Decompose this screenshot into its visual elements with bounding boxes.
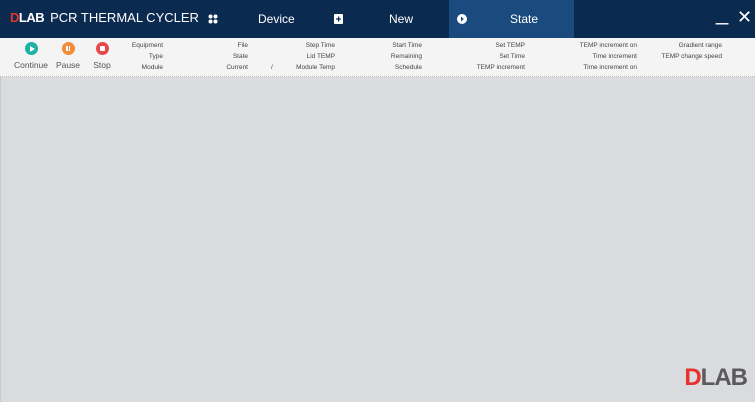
app-title: PCR THERMAL CYCLER xyxy=(50,10,199,25)
file-label: File xyxy=(237,42,248,49)
tab-new[interactable]: New xyxy=(324,0,448,38)
tab-state-label: State xyxy=(510,12,539,26)
state-label: State xyxy=(232,53,248,60)
dlab-watermark-logo: DLAB xyxy=(684,364,748,391)
type-label: Type xyxy=(148,53,163,60)
current-label: Current xyxy=(226,64,248,71)
module-label: Module xyxy=(141,64,163,71)
dlab-logo: DLAB xyxy=(10,10,45,25)
tab-device-label: Device xyxy=(258,12,295,26)
gradient-range-label: Gradient range xyxy=(678,42,722,49)
toolbar: Continue Pause Stop Equipment Type Modul… xyxy=(0,38,755,77)
temp-increment-on-label: TEMP increment on xyxy=(579,42,637,49)
temp-increment-label: TEMP increment xyxy=(476,64,525,71)
time-increment-label: Time increment xyxy=(592,53,637,60)
tab-state[interactable]: State xyxy=(449,0,574,38)
new-file-icon xyxy=(334,13,343,27)
current-value: / xyxy=(271,64,273,71)
brand: DLAB PCR THERMAL CYCLER xyxy=(10,10,199,26)
step-time-label: Step Time xyxy=(305,42,335,49)
temp-change-speed-label: TEMP change speed xyxy=(661,53,722,60)
stop-icon xyxy=(95,42,109,55)
remaining-label: Remaining xyxy=(390,53,422,60)
stop-label: Stop xyxy=(93,60,111,70)
schedule-label: Schedule xyxy=(394,64,422,71)
stop-button[interactable]: Stop xyxy=(82,42,122,74)
continue-label: Continue xyxy=(13,60,49,70)
set-time-label: Set Time xyxy=(499,53,525,60)
set-temp-label: Set TEMP xyxy=(495,42,525,49)
main-content-area: DLAB xyxy=(0,77,755,402)
arrow-circle-icon xyxy=(457,13,467,27)
close-button[interactable]: ✕ xyxy=(737,4,752,30)
time-increment-on-label: Time increment on xyxy=(583,64,637,71)
lid-temp-label: Lid TEMP xyxy=(306,53,335,60)
module-temp-label: Module Temp xyxy=(296,64,335,71)
tab-new-label: New xyxy=(389,12,414,26)
grid-icon xyxy=(208,13,218,27)
continue-button[interactable]: Continue xyxy=(11,42,51,74)
start-time-label: Start Time xyxy=(392,42,422,49)
minimize-button[interactable]: _ xyxy=(716,0,728,26)
equipment-label: Equipment xyxy=(131,42,163,49)
pause-icon xyxy=(61,42,75,55)
title-bar: DLAB PCR THERMAL CYCLER Device New State… xyxy=(0,0,755,38)
tab-device[interactable]: Device xyxy=(196,0,300,38)
play-icon xyxy=(24,42,38,55)
